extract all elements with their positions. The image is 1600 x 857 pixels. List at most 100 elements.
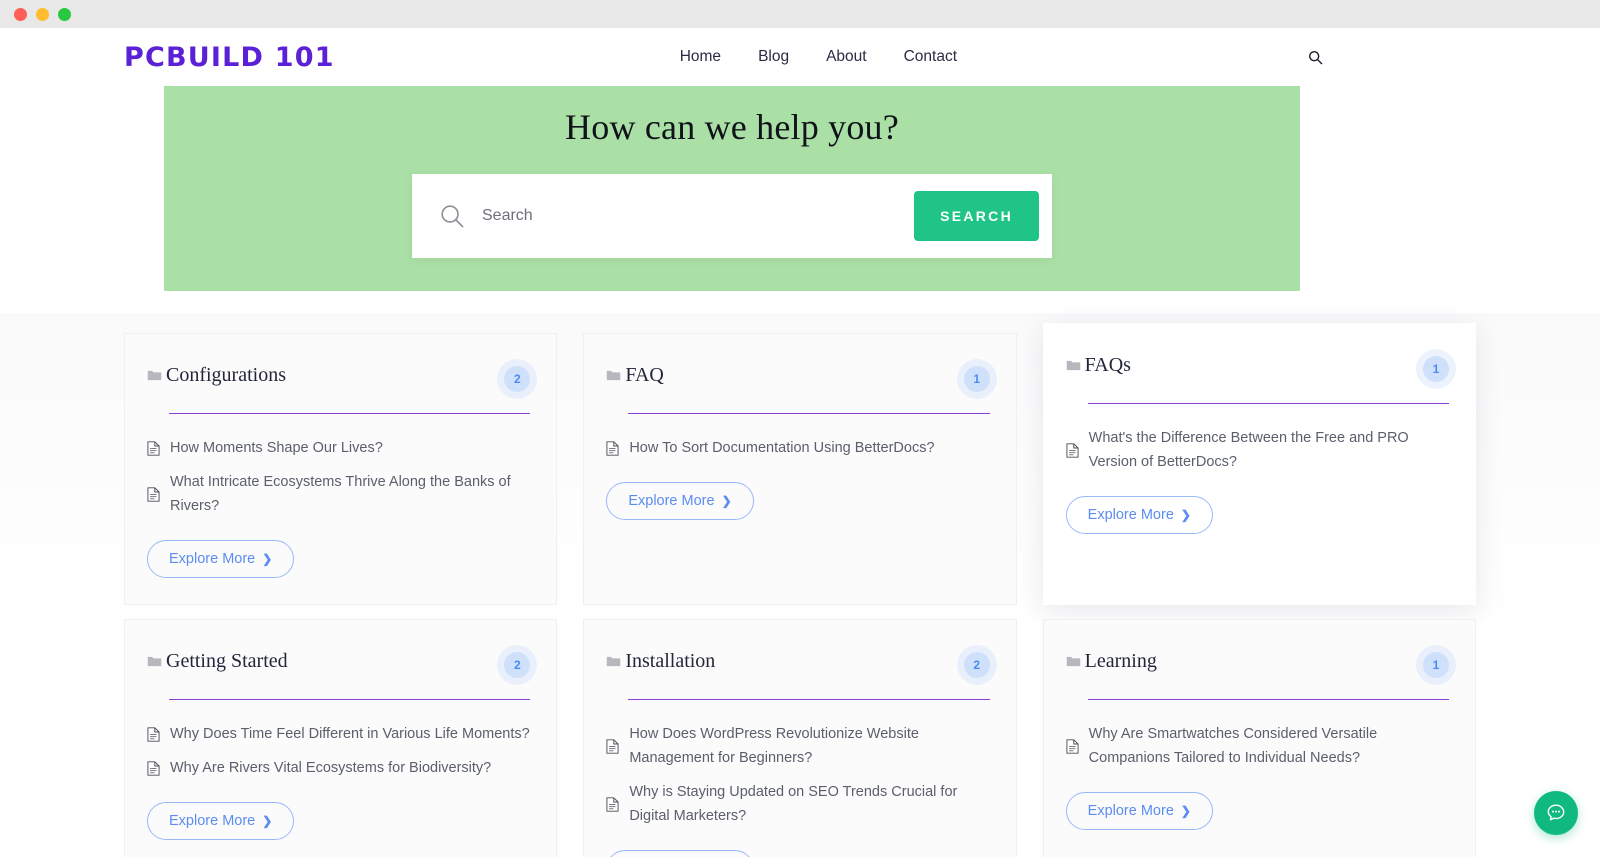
- article-count-badge: 2: [963, 652, 990, 678]
- page-viewport: PCBUILD 101 Home Blog About Contact How …: [0, 28, 1600, 857]
- category-title: Learning: [1084, 650, 1157, 672]
- card-header: Getting Started 2: [147, 650, 531, 678]
- card-header: Configurations 2: [147, 364, 531, 392]
- search-icon: [1308, 50, 1322, 64]
- card-header: Installation 2: [606, 650, 990, 678]
- hero-section: How can we help you? SEARCH: [164, 86, 1300, 291]
- folder-icon: [1066, 360, 1080, 370]
- nav-item-blog[interactable]: Blog: [758, 48, 789, 66]
- category-title: FAQ: [625, 364, 664, 386]
- article-list-item[interactable]: What's the Difference Between the Free a…: [1066, 426, 1449, 474]
- category-card[interactable]: Getting Started 2 Why Does Time Feel Diffe…: [124, 619, 558, 857]
- article-list-item[interactable]: Why Does Time Feel Different in Various …: [147, 722, 530, 746]
- category-title: FAQs: [1084, 354, 1131, 376]
- search-icon: [440, 204, 474, 229]
- window-close-button[interactable]: [14, 7, 27, 21]
- site-header: PCBUILD 101 Home Blog About Contact: [0, 28, 1600, 86]
- document-icon: [606, 440, 619, 456]
- document-icon: [606, 796, 619, 812]
- article-list: Why Does Time Feel Different in Various …: [147, 722, 530, 780]
- hero-section-wrapper: How can we help you? SEARCH: [0, 86, 1600, 291]
- folder-icon: [607, 656, 621, 666]
- card-divider: [1087, 699, 1449, 700]
- document-icon: [1066, 738, 1079, 754]
- folder-icon: [147, 370, 162, 380]
- site-logo[interactable]: PCBUILD 101: [124, 42, 335, 73]
- main-navigation: Home Blog About Contact: [335, 48, 1302, 66]
- category-card[interactable]: Learning 1 Why Are Smartwatches Considered…: [1042, 619, 1476, 857]
- article-count-badge: 1: [963, 366, 990, 392]
- card-divider: [628, 413, 990, 414]
- explore-more-label: Explore More: [169, 551, 256, 567]
- category-card[interactable]: Configurations 2 How Moments Shape Our Liv…: [124, 333, 558, 605]
- article-link[interactable]: Why is Staying Updated on SEO Trends Cru…: [629, 780, 989, 828]
- explore-more-label: Explore More: [169, 813, 256, 829]
- chevron-right-icon: ❯: [262, 552, 273, 566]
- card-divider: [628, 699, 990, 700]
- article-link[interactable]: What's the Difference Between the Free a…: [1089, 426, 1449, 474]
- article-list-item[interactable]: What Intricate Ecosystems Thrive Along t…: [147, 470, 530, 518]
- category-card-grid: Configurations 2 How Moments Shape Our Liv…: [124, 323, 1476, 857]
- window-minimize-button[interactable]: [36, 7, 49, 21]
- article-list-item[interactable]: Why is Staying Updated on SEO Trends Cru…: [606, 780, 989, 828]
- category-title: Getting Started: [166, 650, 288, 672]
- nav-item-about[interactable]: About: [826, 48, 867, 66]
- category-card[interactable]: FAQs 1 What's the Difference Between the F…: [1042, 323, 1476, 605]
- hero-search-bar: SEARCH: [412, 174, 1052, 258]
- explore-more-label: Explore More: [1087, 803, 1174, 819]
- card-header: FAQ 1: [606, 364, 990, 392]
- article-link[interactable]: Why Are Rivers Vital Ecosystems for Biod…: [170, 756, 491, 780]
- card-divider: [169, 699, 531, 700]
- browser-title-bar: [0, 0, 1600, 28]
- explore-more-button[interactable]: Explore More❯: [606, 850, 754, 857]
- document-icon: [147, 440, 160, 456]
- knowledge-base-content: Configurations 2 How Moments Shape Our Liv…: [0, 313, 1600, 857]
- search-input[interactable]: [474, 207, 915, 225]
- article-list: How Moments Shape Our Lives? What Intrica…: [147, 436, 530, 518]
- article-list-item[interactable]: Why Are Smartwatches Considered Versatil…: [1066, 722, 1449, 770]
- document-icon: [147, 726, 160, 742]
- explore-more-button[interactable]: Explore More ❯: [1065, 792, 1213, 830]
- chat-bubble-icon: [1547, 804, 1565, 821]
- chevron-right-icon: ❯: [721, 494, 732, 508]
- article-link[interactable]: How To Sort Documentation Using BetterDo…: [629, 436, 934, 460]
- folder-icon: [147, 656, 162, 666]
- document-icon: [147, 760, 160, 776]
- article-link[interactable]: How Does WordPress Revolutionize Website…: [629, 722, 989, 770]
- article-count-badge: 2: [504, 652, 531, 678]
- category-card[interactable]: FAQ 1 How To Sort Documentation Using Bett…: [583, 333, 1017, 605]
- explore-more-button[interactable]: Explore More ❯: [147, 802, 295, 840]
- article-link[interactable]: What Intricate Ecosystems Thrive Along t…: [170, 470, 530, 518]
- category-card[interactable]: Installation 2 How Does WordPress Revoluti…: [583, 619, 1017, 857]
- folder-icon: [607, 370, 621, 380]
- article-list-item[interactable]: How Moments Shape Our Lives?: [147, 436, 530, 460]
- category-title: Installation: [625, 650, 716, 672]
- article-list: Why Are Smartwatches Considered Versatil…: [1066, 722, 1449, 770]
- article-link[interactable]: How Moments Shape Our Lives?: [170, 436, 383, 460]
- article-list: What's the Difference Between the Free a…: [1066, 426, 1449, 474]
- nav-item-contact[interactable]: Contact: [904, 48, 957, 66]
- explore-more-button[interactable]: Explore More❯: [606, 482, 754, 520]
- nav-item-home[interactable]: Home: [680, 48, 721, 66]
- article-list-item[interactable]: How To Sort Documentation Using BetterDo…: [606, 436, 989, 460]
- article-count-badge: 1: [1423, 652, 1449, 678]
- header-search-toggle[interactable]: [1302, 44, 1328, 70]
- explore-more-label: Explore More: [1087, 507, 1174, 523]
- article-link[interactable]: Why Are Smartwatches Considered Versatil…: [1089, 722, 1449, 770]
- window-maximize-button[interactable]: [58, 7, 71, 21]
- article-list-item[interactable]: How Does WordPress Revolutionize Website…: [606, 722, 989, 770]
- explore-more-button[interactable]: Explore More❯: [1065, 496, 1213, 534]
- article-list: How To Sort Documentation Using BetterDo…: [606, 436, 989, 460]
- article-list: How Does WordPress Revolutionize Website…: [606, 722, 989, 828]
- explore-more-button[interactable]: Explore More ❯: [147, 540, 295, 578]
- document-icon: [606, 738, 619, 754]
- chevron-right-icon: ❯: [1180, 804, 1191, 818]
- chevron-right-icon: ❯: [262, 814, 273, 828]
- article-list-item[interactable]: Why Are Rivers Vital Ecosystems for Biod…: [147, 756, 530, 780]
- article-link[interactable]: Why Does Time Feel Different in Various …: [170, 722, 530, 746]
- search-submit-button[interactable]: SEARCH: [914, 191, 1039, 241]
- chat-widget-button[interactable]: [1534, 791, 1578, 835]
- card-divider: [169, 413, 531, 414]
- folder-icon: [1066, 656, 1080, 666]
- article-count-badge: 2: [504, 366, 531, 392]
